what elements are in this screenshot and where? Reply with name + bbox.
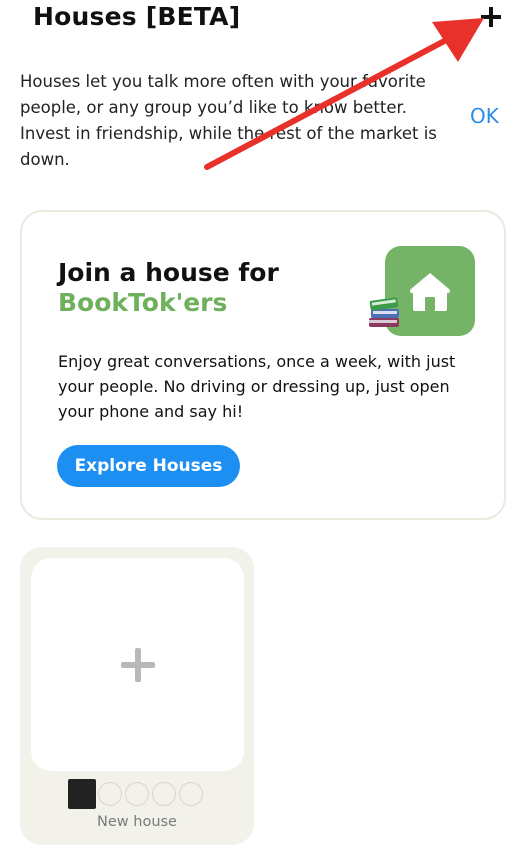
plus-icon	[481, 7, 501, 27]
member-slot	[125, 782, 149, 806]
promo-card: Join a house for BookTok'ers Enjoy great…	[20, 210, 506, 520]
new-house-tile[interactable]: New house	[20, 547, 254, 845]
promo-body: Enjoy great conversations, once a week, …	[58, 352, 456, 421]
promo-title-line1: Join a house for	[58, 258, 279, 287]
intro-text: Houses let you talk more often with your…	[20, 72, 437, 169]
member-slot	[98, 782, 122, 806]
add-house-button[interactable]	[478, 4, 504, 30]
page-title: Houses [BETA]	[33, 2, 241, 31]
member-avatar	[68, 779, 96, 809]
books-icon	[369, 297, 399, 327]
member-slot	[179, 782, 203, 806]
promo-title: Join a house for BookTok'ers	[58, 258, 279, 318]
ok-button[interactable]: OK	[470, 104, 499, 128]
new-house-label: New house	[97, 814, 177, 830]
plus-icon	[120, 647, 155, 682]
promo-title-line2: BookTok'ers	[58, 288, 228, 317]
member-slot	[152, 782, 176, 806]
new-house-add-area[interactable]	[31, 558, 244, 771]
explore-houses-button[interactable]: Explore Houses	[57, 445, 240, 487]
